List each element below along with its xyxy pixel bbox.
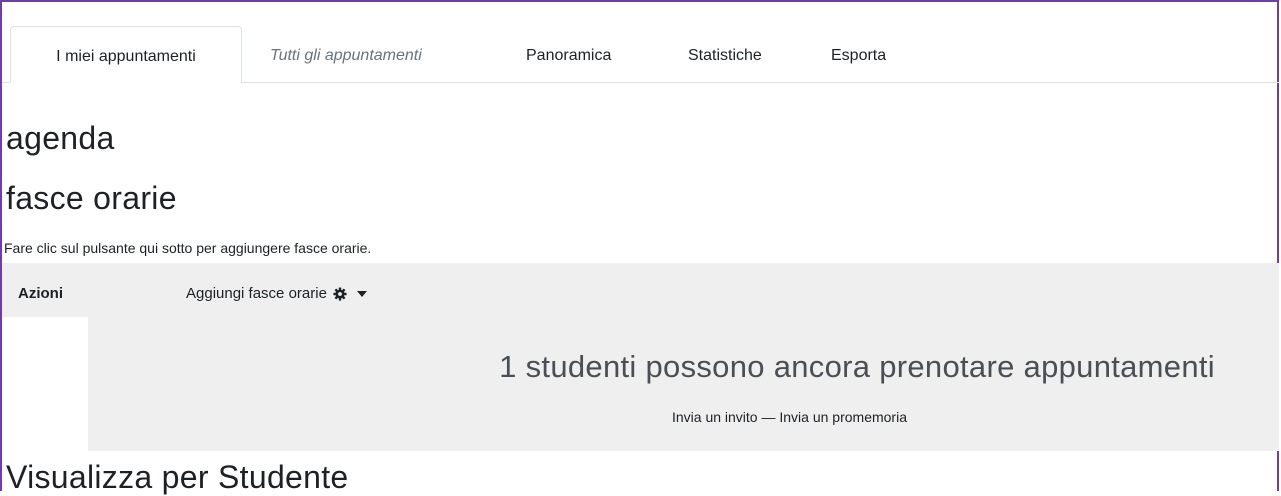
tab-bar: I miei appuntamenti Tutti gli appuntamen… (2, 26, 1279, 83)
add-slots-menu-button[interactable]: Aggiungi fasce orarie (186, 285, 367, 302)
students-can-book-message: 1 studenti possono ancora prenotare appu… (499, 349, 1215, 384)
link-separator: — (757, 409, 780, 425)
add-slots-label: Aggiungi fasce orarie (186, 285, 327, 302)
actions-bar: Azioni Aggiungi fasce orarie (2, 263, 1279, 317)
caret-down-icon (356, 290, 367, 297)
slots-intro-text: Fare clic sul pulsante qui sotto per agg… (4, 240, 372, 256)
gear-icon (333, 286, 347, 301)
section-title-by-student: Visualizza per Studente (6, 459, 349, 495)
tab-export[interactable]: Esporta (831, 26, 886, 82)
tab-statistics[interactable]: Statistiche (688, 26, 762, 82)
tab-overview[interactable]: Panoramica (526, 26, 611, 82)
tab-all-appointments[interactable]: Tutti gli appuntamenti (270, 26, 422, 82)
page-title-agenda: agenda (6, 120, 115, 156)
tab-my-appointments[interactable]: I miei appuntamenti (10, 26, 242, 83)
booking-info-panel: 1 studenti possono ancora prenotare appu… (88, 317, 1279, 451)
send-invite-link[interactable]: Invia un invito (672, 409, 758, 425)
info-links: Invia un invito — Invia un promemoria (88, 409, 1279, 425)
send-reminder-link[interactable]: Invia un promemoria (779, 409, 907, 425)
actions-label: Azioni (18, 285, 63, 302)
section-title-slots: fasce orarie (6, 180, 177, 216)
